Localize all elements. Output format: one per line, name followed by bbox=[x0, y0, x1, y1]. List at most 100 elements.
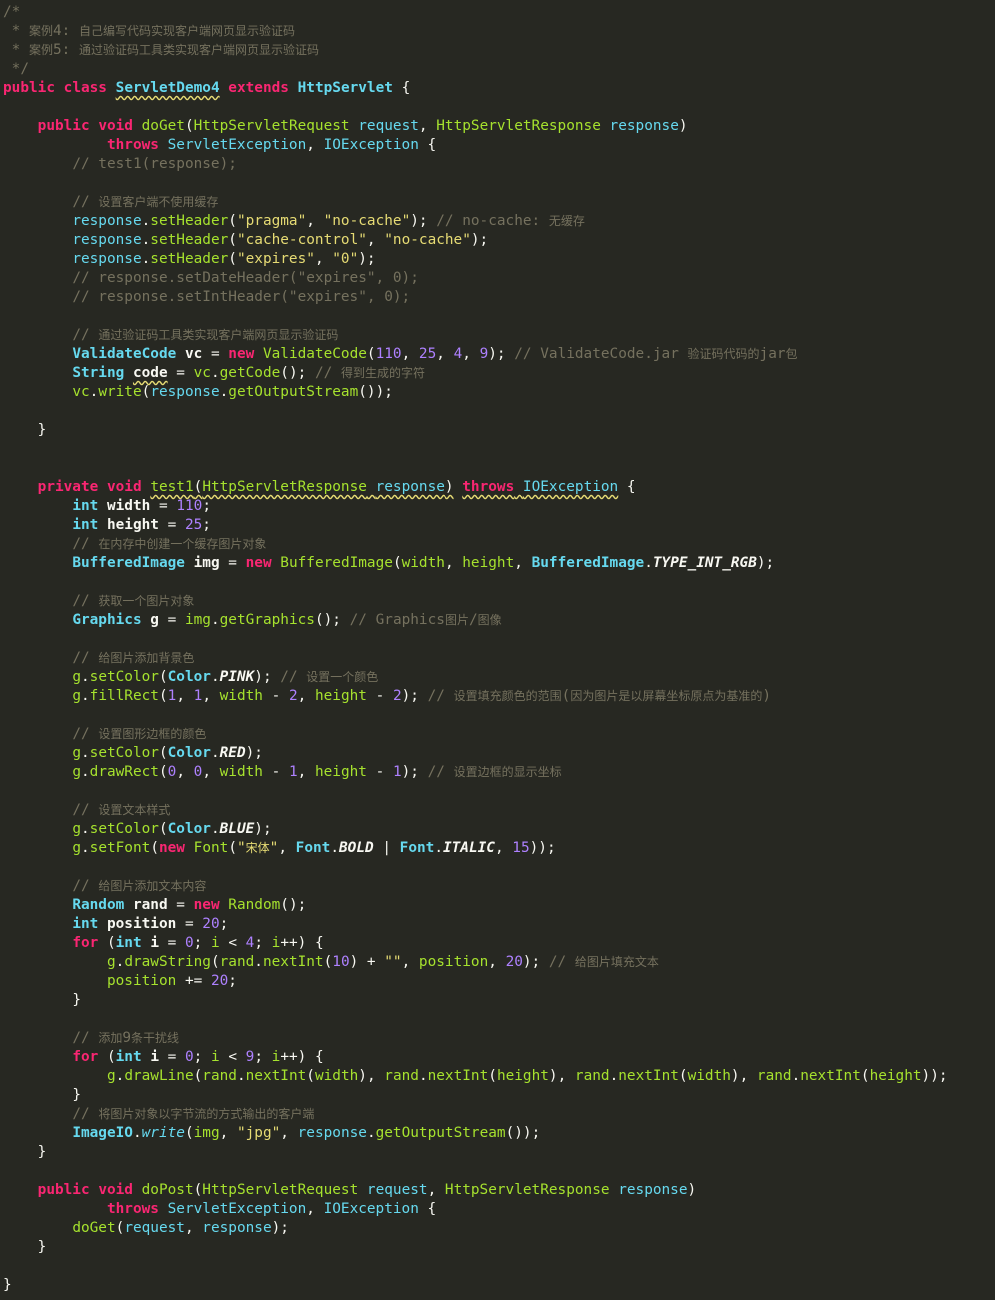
code-token-method: drawLine bbox=[124, 1068, 194, 1084]
code-token-comment: // 获取一个图片对象 bbox=[72, 593, 195, 609]
code-line: doGet(request, response); bbox=[3, 1219, 948, 1238]
code-token-plain: - bbox=[366, 688, 393, 704]
code-token-plain: , bbox=[202, 688, 220, 704]
code-line: g.drawRect(0, 0, width - 1, height - 1);… bbox=[3, 763, 948, 782]
code-token-method: setColor bbox=[89, 745, 159, 761]
code-token-plain: . bbox=[80, 688, 90, 704]
code-token-plain: = bbox=[150, 498, 177, 514]
code-token-plain: , bbox=[488, 954, 506, 970]
code-token-plain: ( bbox=[210, 954, 220, 970]
code-token-method: g bbox=[72, 764, 81, 780]
code-token-plain: = bbox=[176, 916, 203, 932]
code-token-keyword: new bbox=[228, 346, 255, 362]
code-token-method: vc bbox=[72, 384, 90, 400]
code-token-plain: . bbox=[609, 1068, 619, 1084]
code-token-plain: ( bbox=[184, 118, 194, 134]
code-token-string: "jpg" bbox=[236, 1125, 281, 1141]
code-token-type: int bbox=[115, 1049, 142, 1065]
code-token-method: getCode bbox=[219, 365, 281, 381]
code-token-plain: ); bbox=[245, 745, 263, 761]
code-token-plain: ; bbox=[193, 1049, 211, 1065]
code-token-plain: . bbox=[418, 1068, 428, 1084]
code-token-comment: // 设置一个颜色 bbox=[280, 669, 379, 685]
code-token-comment: // response.setIntHeader("expires", 0); bbox=[72, 289, 411, 305]
code-token-plain: , bbox=[436, 346, 454, 362]
code-token-plain: ); bbox=[488, 346, 506, 362]
code-token-method: rand bbox=[574, 1068, 610, 1084]
code-token-keyword: for bbox=[72, 1049, 99, 1065]
code-token-method: getOutputStream bbox=[228, 384, 359, 400]
code-token-plain: . bbox=[115, 1068, 125, 1084]
code-token-method: height bbox=[496, 1068, 549, 1084]
code-token-plain: , bbox=[314, 251, 333, 267]
code-token-plain: ( bbox=[392, 555, 402, 571]
code-token-type: Color bbox=[167, 821, 211, 837]
code-token-string: "pragma" bbox=[236, 213, 307, 229]
code-token-comment: */ bbox=[3, 61, 29, 77]
code-token-plain: ), bbox=[548, 1068, 575, 1084]
code-area[interactable]: /* * 案例4: 自己编写代码实现客户端网页显示验证码 * 案例5: 通过验证… bbox=[3, 3, 948, 1295]
code-token-param: request bbox=[124, 1220, 185, 1236]
code-token-keyword: public bbox=[37, 118, 90, 134]
code-token-number: 20 bbox=[202, 916, 220, 932]
code-token-plain: ( bbox=[228, 251, 237, 267]
code-token-type: BufferedImage bbox=[72, 555, 185, 571]
code-line: // 通过验证码工具类实现客户端网页显示验证码 bbox=[3, 326, 948, 345]
code-token-plain: - bbox=[262, 688, 289, 704]
code-token-plain: ( bbox=[98, 1049, 116, 1065]
code-token-method: nextInt bbox=[245, 1068, 307, 1084]
code-line: position += 20; bbox=[3, 972, 948, 991]
code-token-method: setHeader bbox=[150, 251, 229, 267]
code-token-comment: // ValidateCode.jar 验证码代码的jar包 bbox=[514, 346, 798, 362]
code-token-keyword: private bbox=[37, 479, 99, 495]
code-token-number: 2 bbox=[288, 688, 298, 704]
code-token-param: response bbox=[609, 118, 679, 134]
code-token-param: response bbox=[202, 1220, 272, 1236]
code-token-param: response bbox=[618, 1182, 688, 1198]
code-token-method: g bbox=[72, 821, 81, 837]
code-token-method: g bbox=[106, 1068, 116, 1084]
code-token-method: g bbox=[72, 840, 81, 856]
code-token-type: int bbox=[115, 935, 142, 951]
code-token-string: "宋体" bbox=[236, 840, 279, 856]
code-token-plain: = bbox=[158, 517, 185, 533]
code-token-type: Font bbox=[295, 840, 331, 856]
code-token-keyword: new bbox=[245, 555, 272, 571]
code-editor[interactable]: /* * 案例4: 自己编写代码实现客户端网页显示验证码 * 案例5: 通过验证… bbox=[0, 0, 995, 1300]
code-token-plain: . bbox=[80, 764, 90, 780]
code-token-plain: ( bbox=[366, 346, 376, 362]
code-token-number: 1 bbox=[167, 688, 177, 704]
code-token-plain: ); bbox=[756, 555, 775, 571]
code-token-number: 0 bbox=[184, 1049, 194, 1065]
code-token-plain: , bbox=[297, 764, 315, 780]
code-token-method: width bbox=[687, 1068, 731, 1084]
code-token-plain: ( bbox=[228, 213, 237, 229]
code-token-keyword: class bbox=[63, 80, 107, 96]
code-token-plain: ) bbox=[678, 118, 688, 134]
